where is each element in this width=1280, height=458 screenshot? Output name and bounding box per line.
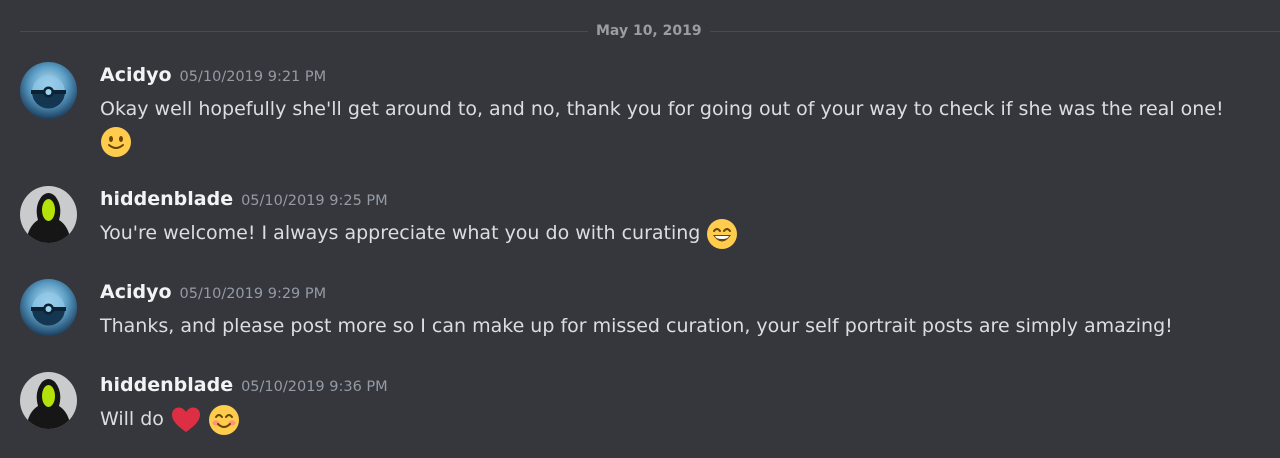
message-content: Okay well hopefully she'll get around to… [100,93,1260,158]
smiling-face-with-smiling-eyes-icon [208,404,240,436]
message-header: Acidyo 05/10/2019 9:21 PM [100,62,326,90]
message-text: Thanks, and please post more so I can ma… [100,315,1173,337]
message-text: Okay well hopefully she'll get around to… [100,98,1224,120]
username[interactable]: hiddenblade [100,374,233,396]
message-content: You're welcome! I always appreciate what… [100,217,1260,250]
message-content: Thanks, and please post more so I can ma… [100,310,1260,342]
timestamp: 05/10/2019 9:29 PM [179,286,327,302]
slightly-smiling-face-icon [100,126,132,158]
message-text: Will do [100,408,164,430]
timestamp: 05/10/2019 9:25 PM [241,193,388,209]
chat-message-list: May 10, 2019 Acidyo 05/10/2019 9:21 PM O… [0,0,1280,458]
avatar[interactable] [20,372,77,429]
pokeball-avatar-icon [20,279,77,336]
message-content: Will do [100,403,1260,436]
message-header: hiddenblade 05/10/2019 9:25 PM [100,186,388,214]
timestamp: 05/10/2019 9:36 PM [241,379,388,395]
hooded-figure-avatar-icon [20,372,77,429]
avatar[interactable] [20,279,77,336]
username[interactable]: Acidyo [100,64,172,86]
pokeball-avatar-icon [20,62,77,119]
username[interactable]: hiddenblade [100,188,233,210]
message-header: hiddenblade 05/10/2019 9:36 PM [100,372,388,400]
username[interactable]: Acidyo [100,281,172,303]
message-header: Acidyo 05/10/2019 9:29 PM [100,279,326,307]
avatar[interactable] [20,62,77,119]
message-text: You're welcome! I always appreciate what… [100,222,701,244]
avatar[interactable] [20,186,77,243]
grinning-face-with-smiling-eyes-icon [706,218,738,250]
timestamp: 05/10/2019 9:21 PM [179,69,327,85]
red-heart-icon [170,404,202,436]
date-divider-label: May 10, 2019 [588,20,710,42]
hooded-figure-avatar-icon [20,186,77,243]
